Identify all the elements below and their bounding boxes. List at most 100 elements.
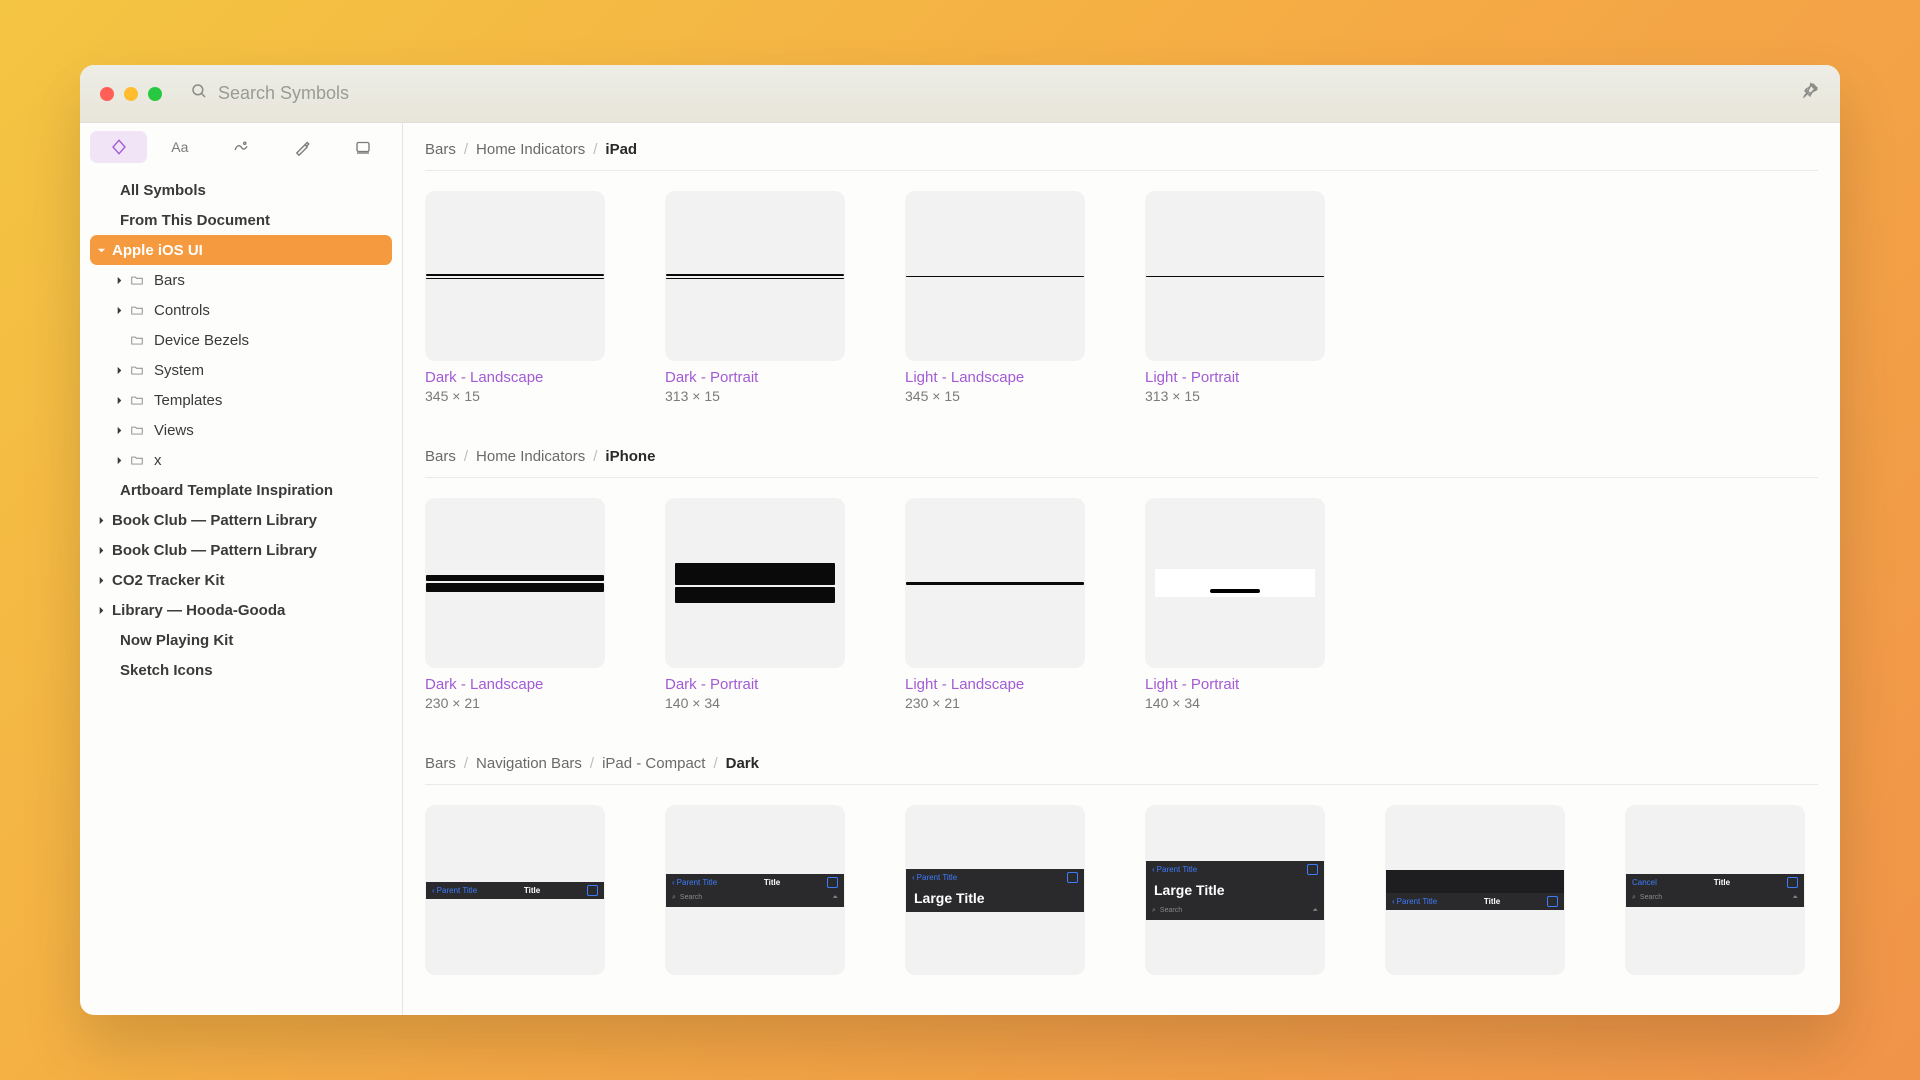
action-icon <box>1547 896 1558 907</box>
chevron-right-icon <box>108 306 130 315</box>
thumb: ‹ Parent Title Large Title ⌕Search⏶ <box>1145 805 1325 975</box>
nav-now-playing[interactable]: Now Playing Kit <box>90 625 392 655</box>
back-icon: ‹ Parent Title <box>672 878 717 887</box>
symbol-card[interactable]: ‹ Parent Title Title ⌕Search⏶ <box>665 805 845 975</box>
symbol-card[interactable]: ‹ Parent Title Title <box>425 805 605 975</box>
thumb <box>665 498 845 668</box>
crumb[interactable]: Bars <box>425 755 456 772</box>
chevron-right-icon <box>90 516 112 525</box>
action-icon <box>827 877 838 888</box>
nav-artboard-inspiration[interactable]: Artboard Template Inspiration <box>90 475 392 505</box>
nav-sketch-icons[interactable]: Sketch Icons <box>90 655 392 685</box>
crumb[interactable]: Home Indicators <box>476 141 585 158</box>
tool-tabs: Aa <box>80 123 402 171</box>
symbol-card[interactable]: ‹ Parent Title Title <box>1385 805 1565 975</box>
crumb-active: Dark <box>726 755 759 772</box>
nav-bars[interactable]: Bars <box>90 265 392 295</box>
card-title: Dark - Portrait <box>665 361 845 386</box>
folder-icon <box>130 303 148 317</box>
nav-book-club-2[interactable]: Book Club — Pattern Library <box>90 535 392 565</box>
minimize-window-button[interactable] <box>124 87 138 101</box>
search-icon: ⌕ <box>1632 894 1636 902</box>
crumb-active: iPhone <box>605 448 655 465</box>
symbol-card[interactable]: Light - Portrait 313 × 15 <box>1145 191 1325 404</box>
nav-co2-tracker[interactable]: CO2 Tracker Kit <box>90 565 392 595</box>
maximize-window-button[interactable] <box>148 87 162 101</box>
crumb[interactable]: Bars <box>425 141 456 158</box>
nav-apple-ios-ui[interactable]: Apple iOS UI <box>90 235 392 265</box>
symbol-card[interactable]: Dark - Landscape 345 × 15 <box>425 191 605 404</box>
symbol-card[interactable]: Light - Landscape 230 × 21 <box>905 498 1085 711</box>
search-icon: ⌕ <box>1152 907 1156 915</box>
symbol-card[interactable]: Dark - Landscape 230 × 21 <box>425 498 605 711</box>
tab-colors[interactable] <box>274 131 331 163</box>
chevron-right-icon <box>90 606 112 615</box>
thumb <box>1145 498 1325 668</box>
symbol-card[interactable]: Dark - Portrait 313 × 15 <box>665 191 845 404</box>
card-dims: 230 × 21 <box>425 693 605 711</box>
nav-book-club-1[interactable]: Book Club — Pattern Library <box>90 505 392 535</box>
nav-views[interactable]: Views <box>90 415 392 445</box>
thumb <box>1145 191 1325 361</box>
folder-icon <box>130 333 148 347</box>
pin-icon[interactable] <box>1800 81 1820 106</box>
folder-icon <box>130 423 148 437</box>
search-input[interactable] <box>218 83 1800 104</box>
search-icon: ⌕ <box>672 894 676 902</box>
chevron-right-icon <box>108 396 130 405</box>
thumb: ‹ Parent Title Large Title <box>905 805 1085 975</box>
close-window-button[interactable] <box>100 87 114 101</box>
nav-device-bezels[interactable]: Device Bezels <box>90 325 392 355</box>
nav-x[interactable]: x <box>90 445 392 475</box>
card-dims: 345 × 15 <box>425 386 605 404</box>
chevron-right-icon <box>108 456 130 465</box>
chevron-right-icon <box>90 576 112 585</box>
symbol-card[interactable]: ‹ Parent Title Large Title <box>905 805 1085 975</box>
mic-icon: ⏶ <box>832 894 838 902</box>
card-title: Dark - Landscape <box>425 361 605 386</box>
nav-controls[interactable]: Controls <box>90 295 392 325</box>
tab-text-styles[interactable]: Aa <box>151 131 208 163</box>
tab-components[interactable] <box>335 131 392 163</box>
text-icon: Aa <box>171 139 188 155</box>
thumb: Cancel Title ⌕Search⏶ <box>1625 805 1805 975</box>
nav-templates[interactable]: Templates <box>90 385 392 415</box>
card-title: Light - Landscape <box>905 361 1085 386</box>
crumb[interactable]: Navigation Bars <box>476 755 582 772</box>
chevron-right-icon <box>90 546 112 555</box>
folder-icon <box>130 273 148 287</box>
nav-from-document[interactable]: From This Document <box>90 205 392 235</box>
tab-symbols[interactable] <box>90 131 147 163</box>
nav-all-symbols[interactable]: All Symbols <box>90 175 392 205</box>
symbol-card[interactable]: ‹ Parent Title Large Title ⌕Search⏶ <box>1145 805 1325 975</box>
back-icon: ‹ Parent Title <box>1152 865 1197 874</box>
symbol-card[interactable]: Dark - Portrait 140 × 34 <box>665 498 845 711</box>
card-title: Light - Landscape <box>905 668 1085 693</box>
chevron-right-icon <box>108 426 130 435</box>
symbol-card[interactable]: Light - Landscape 345 × 15 <box>905 191 1085 404</box>
crumb[interactable]: iPad - Compact <box>602 755 705 772</box>
card-dims: 230 × 21 <box>905 693 1085 711</box>
nav-system[interactable]: System <box>90 355 392 385</box>
tab-layer-styles[interactable] <box>212 131 269 163</box>
back-icon: ‹ Parent Title <box>432 886 477 895</box>
chevron-right-icon <box>108 366 130 375</box>
traffic-lights <box>100 87 162 101</box>
crumb[interactable]: Bars <box>425 448 456 465</box>
symbol-card[interactable]: Light - Portrait 140 × 34 <box>1145 498 1325 711</box>
navbar-large-title-search: ‹ Parent Title Large Title ⌕Search⏶ <box>1146 861 1324 920</box>
symbol-card[interactable]: Cancel Title ⌕Search⏶ <box>1625 805 1805 975</box>
card-dims: 140 × 34 <box>665 693 845 711</box>
card-title: Light - Portrait <box>1145 668 1325 693</box>
grid-navdark: ‹ Parent Title Title ‹ Parent Title Tit <box>425 785 1818 1001</box>
back-icon: ‹ Parent Title <box>1392 897 1437 906</box>
back-icon: ‹ Parent Title <box>912 873 957 882</box>
navbar-with-search: ‹ Parent Title Title ⌕Search⏶ <box>666 874 844 907</box>
chevron-right-icon <box>108 276 130 285</box>
thumb: ‹ Parent Title Title <box>1385 805 1565 975</box>
crumb[interactable]: Home Indicators <box>476 448 585 465</box>
search-icon <box>190 82 208 105</box>
thumb <box>905 191 1085 361</box>
nav-hooda-gooda[interactable]: Library — Hooda-Gooda <box>90 595 392 625</box>
card-title: Dark - Portrait <box>665 668 845 693</box>
